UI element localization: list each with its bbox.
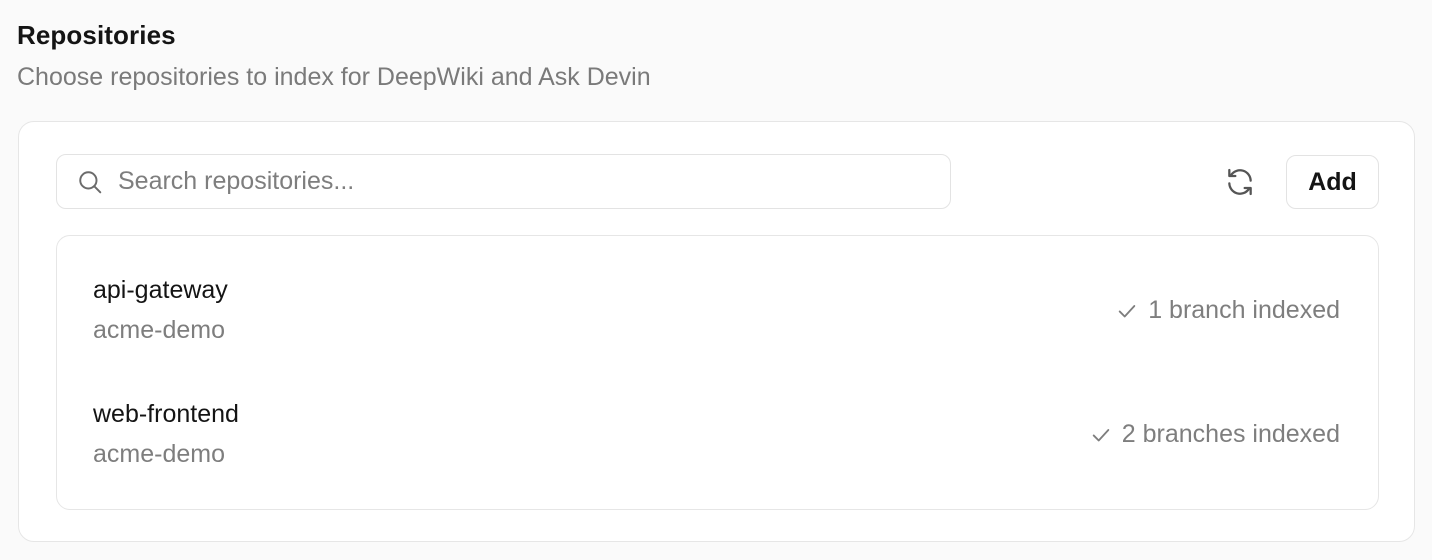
- repository-index-status: 1 branch indexed: [1116, 296, 1340, 325]
- repository-name: web-frontend: [93, 400, 239, 428]
- repository-name: api-gateway: [93, 276, 228, 304]
- status-text: 1 branch indexed: [1148, 296, 1340, 324]
- list-item[interactable]: api-gateway acme-demo 1 branch indexed: [57, 260, 1378, 360]
- repository-owner: acme-demo: [93, 440, 225, 468]
- repository-index-status: 2 branches indexed: [1090, 420, 1340, 449]
- section-title: Repositories: [17, 20, 176, 50]
- repositories-card: Add api-gateway acme-demo 1 branch index…: [18, 121, 1415, 542]
- section-subtitle: Choose repositories to index for DeepWik…: [17, 63, 651, 91]
- refresh-icon: [1224, 166, 1256, 198]
- status-text: 2 branches indexed: [1121, 420, 1340, 448]
- refresh-button[interactable]: [1222, 164, 1258, 200]
- list-item[interactable]: web-frontend acme-demo 2 branches indexe…: [57, 384, 1378, 484]
- check-icon: [1090, 424, 1112, 446]
- check-icon: [1116, 300, 1138, 322]
- add-button[interactable]: Add: [1286, 155, 1379, 209]
- search-input[interactable]: [118, 167, 898, 196]
- repository-owner: acme-demo: [93, 316, 225, 344]
- search-box[interactable]: [56, 154, 951, 209]
- search-icon: [76, 168, 104, 196]
- repository-list: api-gateway acme-demo 1 branch indexed w…: [56, 235, 1379, 510]
